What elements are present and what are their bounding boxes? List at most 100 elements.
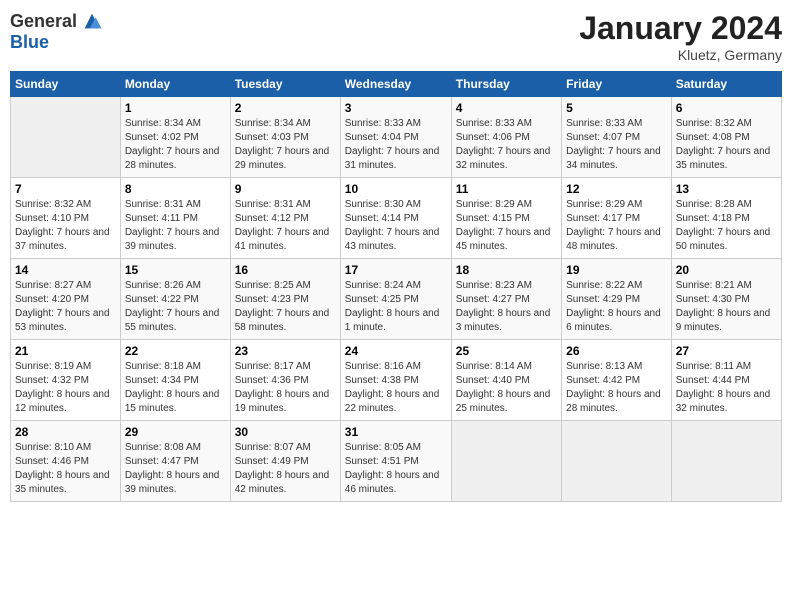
day-info: Sunrise: 8:21 AMSunset: 4:30 PMDaylight:… — [676, 279, 777, 335]
day-number: 25 — [456, 344, 557, 358]
day-info: Sunrise: 8:32 AMSunset: 4:08 PMDaylight:… — [676, 117, 777, 173]
calendar-cell: 29 Sunrise: 8:08 AMSunset: 4:47 PMDaylig… — [120, 421, 230, 502]
day-info: Sunrise: 8:25 AMSunset: 4:23 PMDaylight:… — [235, 279, 336, 335]
day-number: 5 — [566, 101, 667, 115]
logo-icon — [81, 10, 103, 32]
calendar-cell: 20 Sunrise: 8:21 AMSunset: 4:30 PMDaylig… — [671, 259, 781, 340]
calendar-week-4: 21 Sunrise: 8:19 AMSunset: 4:32 PMDaylig… — [11, 340, 782, 421]
day-info: Sunrise: 8:24 AMSunset: 4:25 PMDaylight:… — [345, 279, 447, 335]
day-number: 30 — [235, 425, 336, 439]
title-area: January 2024 Kluetz, Germany — [579, 10, 782, 63]
calendar-cell: 10 Sunrise: 8:30 AMSunset: 4:14 PMDaylig… — [340, 178, 451, 259]
day-number: 3 — [345, 101, 447, 115]
column-header-thursday: Thursday — [451, 72, 561, 97]
location-title: Kluetz, Germany — [579, 47, 782, 63]
day-number: 16 — [235, 263, 336, 277]
calendar-cell: 19 Sunrise: 8:22 AMSunset: 4:29 PMDaylig… — [562, 259, 672, 340]
calendar-cell: 4 Sunrise: 8:33 AMSunset: 4:06 PMDayligh… — [451, 97, 561, 178]
day-info: Sunrise: 8:29 AMSunset: 4:15 PMDaylight:… — [456, 198, 557, 254]
day-info: Sunrise: 8:13 AMSunset: 4:42 PMDaylight:… — [566, 360, 667, 416]
calendar-cell: 18 Sunrise: 8:23 AMSunset: 4:27 PMDaylig… — [451, 259, 561, 340]
day-info: Sunrise: 8:08 AMSunset: 4:47 PMDaylight:… — [125, 441, 226, 497]
day-number: 9 — [235, 182, 336, 196]
day-number: 1 — [125, 101, 226, 115]
calendar-cell — [451, 421, 561, 502]
day-number: 22 — [125, 344, 226, 358]
day-number: 23 — [235, 344, 336, 358]
day-number: 6 — [676, 101, 777, 115]
calendar-header-row: SundayMondayTuesdayWednesdayThursdayFrid… — [11, 72, 782, 97]
column-header-saturday: Saturday — [671, 72, 781, 97]
day-number: 7 — [15, 182, 116, 196]
calendar-cell: 3 Sunrise: 8:33 AMSunset: 4:04 PMDayligh… — [340, 97, 451, 178]
calendar-cell — [671, 421, 781, 502]
day-number: 20 — [676, 263, 777, 277]
day-info: Sunrise: 8:33 AMSunset: 4:07 PMDaylight:… — [566, 117, 667, 173]
day-info: Sunrise: 8:22 AMSunset: 4:29 PMDaylight:… — [566, 279, 667, 335]
day-info: Sunrise: 8:27 AMSunset: 4:20 PMDaylight:… — [15, 279, 116, 335]
calendar-cell: 2 Sunrise: 8:34 AMSunset: 4:03 PMDayligh… — [230, 97, 340, 178]
logo-blue: Blue — [10, 32, 49, 53]
day-number: 8 — [125, 182, 226, 196]
calendar-cell: 5 Sunrise: 8:33 AMSunset: 4:07 PMDayligh… — [562, 97, 672, 178]
day-number: 28 — [15, 425, 116, 439]
calendar-cell: 26 Sunrise: 8:13 AMSunset: 4:42 PMDaylig… — [562, 340, 672, 421]
calendar-cell: 15 Sunrise: 8:26 AMSunset: 4:22 PMDaylig… — [120, 259, 230, 340]
calendar-cell: 31 Sunrise: 8:05 AMSunset: 4:51 PMDaylig… — [340, 421, 451, 502]
calendar-body: 1 Sunrise: 8:34 AMSunset: 4:02 PMDayligh… — [11, 97, 782, 502]
day-info: Sunrise: 8:29 AMSunset: 4:17 PMDaylight:… — [566, 198, 667, 254]
day-number: 2 — [235, 101, 336, 115]
calendar-cell: 6 Sunrise: 8:32 AMSunset: 4:08 PMDayligh… — [671, 97, 781, 178]
day-info: Sunrise: 8:26 AMSunset: 4:22 PMDaylight:… — [125, 279, 226, 335]
day-info: Sunrise: 8:33 AMSunset: 4:04 PMDaylight:… — [345, 117, 447, 173]
day-info: Sunrise: 8:11 AMSunset: 4:44 PMDaylight:… — [676, 360, 777, 416]
day-info: Sunrise: 8:31 AMSunset: 4:11 PMDaylight:… — [125, 198, 226, 254]
calendar-week-3: 14 Sunrise: 8:27 AMSunset: 4:20 PMDaylig… — [11, 259, 782, 340]
page-header: General Blue January 2024 Kluetz, German… — [10, 10, 782, 63]
calendar-cell: 16 Sunrise: 8:25 AMSunset: 4:23 PMDaylig… — [230, 259, 340, 340]
day-number: 29 — [125, 425, 226, 439]
day-info: Sunrise: 8:18 AMSunset: 4:34 PMDaylight:… — [125, 360, 226, 416]
day-info: Sunrise: 8:14 AMSunset: 4:40 PMDaylight:… — [456, 360, 557, 416]
day-number: 4 — [456, 101, 557, 115]
day-info: Sunrise: 8:31 AMSunset: 4:12 PMDaylight:… — [235, 198, 336, 254]
day-number: 31 — [345, 425, 447, 439]
day-number: 13 — [676, 182, 777, 196]
day-number: 17 — [345, 263, 447, 277]
column-header-wednesday: Wednesday — [340, 72, 451, 97]
calendar-cell: 14 Sunrise: 8:27 AMSunset: 4:20 PMDaylig… — [11, 259, 121, 340]
calendar-cell: 11 Sunrise: 8:29 AMSunset: 4:15 PMDaylig… — [451, 178, 561, 259]
calendar-cell: 28 Sunrise: 8:10 AMSunset: 4:46 PMDaylig… — [11, 421, 121, 502]
calendar-week-1: 1 Sunrise: 8:34 AMSunset: 4:02 PMDayligh… — [11, 97, 782, 178]
calendar-cell: 23 Sunrise: 8:17 AMSunset: 4:36 PMDaylig… — [230, 340, 340, 421]
logo-general: General — [10, 11, 77, 32]
logo: General Blue — [10, 10, 103, 53]
column-header-tuesday: Tuesday — [230, 72, 340, 97]
calendar-table: SundayMondayTuesdayWednesdayThursdayFrid… — [10, 71, 782, 502]
day-info: Sunrise: 8:28 AMSunset: 4:18 PMDaylight:… — [676, 198, 777, 254]
day-number: 24 — [345, 344, 447, 358]
column-header-monday: Monday — [120, 72, 230, 97]
day-number: 12 — [566, 182, 667, 196]
calendar-cell: 8 Sunrise: 8:31 AMSunset: 4:11 PMDayligh… — [120, 178, 230, 259]
calendar-cell: 1 Sunrise: 8:34 AMSunset: 4:02 PMDayligh… — [120, 97, 230, 178]
day-info: Sunrise: 8:23 AMSunset: 4:27 PMDaylight:… — [456, 279, 557, 335]
day-number: 10 — [345, 182, 447, 196]
day-number: 14 — [15, 263, 116, 277]
day-info: Sunrise: 8:16 AMSunset: 4:38 PMDaylight:… — [345, 360, 447, 416]
day-number: 15 — [125, 263, 226, 277]
day-info: Sunrise: 8:10 AMSunset: 4:46 PMDaylight:… — [15, 441, 116, 497]
calendar-cell: 25 Sunrise: 8:14 AMSunset: 4:40 PMDaylig… — [451, 340, 561, 421]
day-info: Sunrise: 8:34 AMSunset: 4:03 PMDaylight:… — [235, 117, 336, 173]
day-info: Sunrise: 8:07 AMSunset: 4:49 PMDaylight:… — [235, 441, 336, 497]
column-header-sunday: Sunday — [11, 72, 121, 97]
calendar-cell — [562, 421, 672, 502]
calendar-week-2: 7 Sunrise: 8:32 AMSunset: 4:10 PMDayligh… — [11, 178, 782, 259]
calendar-cell: 7 Sunrise: 8:32 AMSunset: 4:10 PMDayligh… — [11, 178, 121, 259]
calendar-cell: 30 Sunrise: 8:07 AMSunset: 4:49 PMDaylig… — [230, 421, 340, 502]
day-info: Sunrise: 8:34 AMSunset: 4:02 PMDaylight:… — [125, 117, 226, 173]
day-number: 26 — [566, 344, 667, 358]
day-info: Sunrise: 8:19 AMSunset: 4:32 PMDaylight:… — [15, 360, 116, 416]
column-header-friday: Friday — [562, 72, 672, 97]
month-title: January 2024 — [579, 10, 782, 47]
